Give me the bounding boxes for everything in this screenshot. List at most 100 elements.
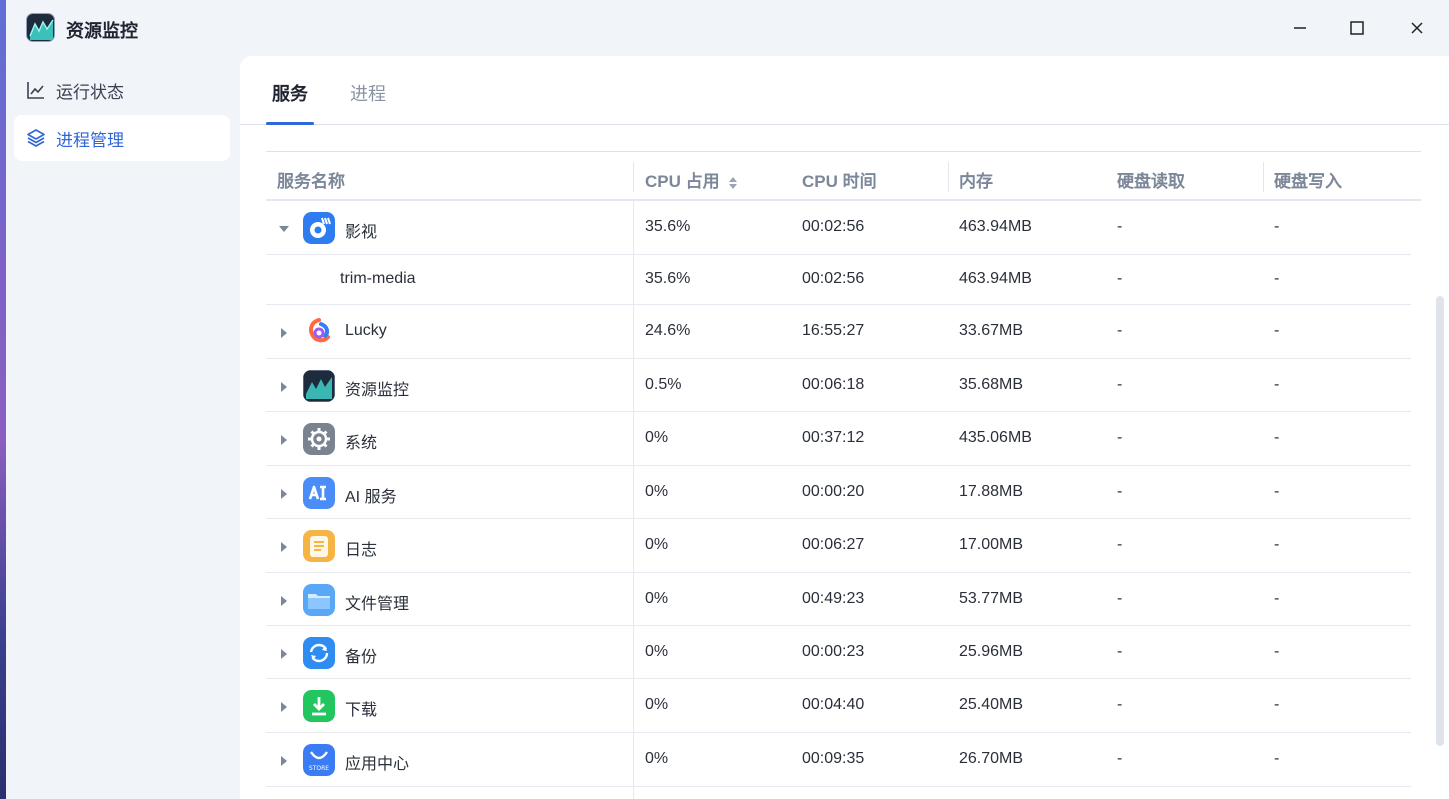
sidebar-item-status[interactable]: 运行状态 [14,67,230,113]
store-app-icon: STORE [303,744,335,776]
column-divider [948,162,949,192]
table-row[interactable]: 日志 0% 00:06:27 17.00MB - - [266,519,1411,573]
memory-usage-cell: 25.96MB [959,642,1024,660]
cpu-time-cell: 00:37:12 [802,429,865,446]
cpu-time-cell: 00:02:56 [802,270,865,287]
disk-write-cell: - [1274,696,1280,713]
log-app-icon [303,530,335,562]
expand-arrow-icon[interactable] [278,380,290,392]
ai-app-icon [303,476,335,509]
table-row[interactable]: AI 服务 0% 00:00:20 17.88MB - - [266,466,1411,519]
disk-read-cell: - [1117,322,1123,339]
cpu-time-cell: 00:04:40 [802,696,865,713]
system-gear-icon [303,423,335,455]
window-title: 资源监控 [66,21,138,41]
monitor-app-icon [26,13,55,42]
disk-read-cell: - [1117,696,1123,713]
monitor-app-icon [303,369,335,402]
disk-write-cell: - [1274,482,1280,500]
column-header-name[interactable]: 服务名称 [277,167,345,192]
vertical-scrollbar[interactable] [1436,296,1444,746]
table-row[interactable]: Lucky 24.6% 16:55:27 33.67MB - - [266,305,1411,359]
expand-arrow-icon[interactable] [278,594,290,606]
maximize-button[interactable] [1339,12,1375,44]
sidebar-item-process-management[interactable]: 进程管理 [14,115,230,161]
disk-read-cell: - [1117,429,1123,446]
disk-write-cell: - [1274,375,1280,393]
disk-read-cell: - [1117,536,1123,553]
download-app-icon [303,690,335,722]
table-row[interactable]: 影视 35.6% 00:02:56 463.94MB - - [266,201,1411,255]
cpu-time-cell: 00:02:56 [802,218,865,235]
disk-read-cell: - [1117,589,1123,607]
video-app-icon [303,212,335,244]
app-window: 资源监控 运行状态 进程管理 服务 进程 服务名称 CPU 占用 CPU 时间 … [0,0,1449,799]
disk-read-cell: - [1117,482,1123,500]
table-row[interactable]: 资源监控 0.5% 00:06:18 35.68MB - - [266,359,1411,412]
table-row[interactable]: 备份 0% 00:00:23 25.96MB - - [266,626,1411,679]
memory-usage-cell: 33.67MB [959,322,1024,339]
column-header-memory[interactable]: 内存 [959,167,993,192]
main-panel: 服务 进程 服务名称 CPU 占用 CPU 时间 内存 硬盘读取 硬盘写入 影视… [240,56,1449,799]
collapse-arrow-icon[interactable] [278,222,290,234]
expand-arrow-icon[interactable] [278,540,290,552]
table-row[interactable]: STORE 应用中心 0% 00:09:35 26.70MB - - [266,733,1411,787]
cpu-usage-cell: 35.6% [645,218,691,235]
service-name: Lucky [345,322,387,339]
expand-arrow-icon[interactable] [278,433,290,445]
table-row[interactable]: 下载 0% 00:04:40 25.40MB - - [266,679,1411,733]
disk-write-cell: - [1274,322,1280,339]
table-row[interactable]: 系统 0% 00:37:12 435.06MB - - [266,412,1411,466]
expand-arrow-icon[interactable] [278,700,290,712]
service-name: 文件管理 [345,595,410,613]
cpu-time-cell: 00:09:35 [802,750,865,767]
column-header-cpu-time[interactable]: CPU 时间 [802,167,877,192]
disk-read-cell: - [1117,750,1123,767]
sort-icon[interactable] [728,175,738,191]
expand-arrow-icon[interactable] [278,326,290,338]
table-row[interactable]: 文件管理 0% 00:49:23 53.77MB - - [266,573,1411,626]
cpu-time-cell: 00:06:27 [802,536,865,553]
cpu-time-cell: 00:00:20 [802,482,865,500]
cpu-usage-cell: 35.6% [645,270,691,287]
close-button[interactable] [1399,12,1435,44]
disk-write-cell: - [1274,218,1280,235]
memory-usage-cell: 35.68MB [959,375,1024,393]
disk-write-cell: - [1274,750,1280,767]
cpu-time-cell: 16:55:27 [802,322,865,339]
disk-read-cell: - [1117,642,1123,660]
maximize-icon [1350,21,1364,35]
column-header-disk-read[interactable]: 硬盘读取 [1117,167,1185,192]
tab-bar: 服务 进程 [240,56,1449,125]
table-row[interactable]: trim-media 35.6% 00:02:56 463.94MB - - [266,255,1411,305]
service-name: 日志 [345,542,378,559]
disk-write-cell: - [1274,429,1280,446]
column-header-cpu[interactable]: CPU 占用 [645,167,738,192]
disk-write-cell: - [1274,270,1280,287]
service-name: 影视 [345,224,378,241]
disk-read-cell: - [1117,270,1123,287]
expand-arrow-icon[interactable] [278,647,290,659]
layers-icon [26,128,46,148]
tab-services[interactable]: 服务 [272,80,308,106]
minimize-icon [1294,27,1306,29]
column-divider [1263,162,1264,192]
expand-arrow-icon[interactable] [278,487,290,499]
disk-write-cell: - [1274,642,1280,660]
cpu-usage-cell: 0% [645,642,669,660]
expand-arrow-icon[interactable] [278,754,290,766]
service-name: 应用中心 [345,756,410,773]
cpu-time-cell: 00:49:23 [802,589,865,607]
column-header-cpu-label: CPU 占用 [645,172,720,191]
memory-usage-cell: 25.40MB [959,696,1024,713]
line-chart-icon [26,80,46,100]
column-header-disk-write[interactable]: 硬盘写入 [1274,167,1342,192]
service-name: 资源监控 [345,381,410,399]
backup-app-icon [303,636,335,669]
disk-write-cell: - [1274,589,1280,607]
minimize-button[interactable] [1282,12,1318,44]
service-name: 备份 [345,648,378,666]
store-icon-text: STORE [308,765,330,772]
tab-processes[interactable]: 进程 [350,80,386,106]
disk-write-cell: - [1274,536,1280,553]
